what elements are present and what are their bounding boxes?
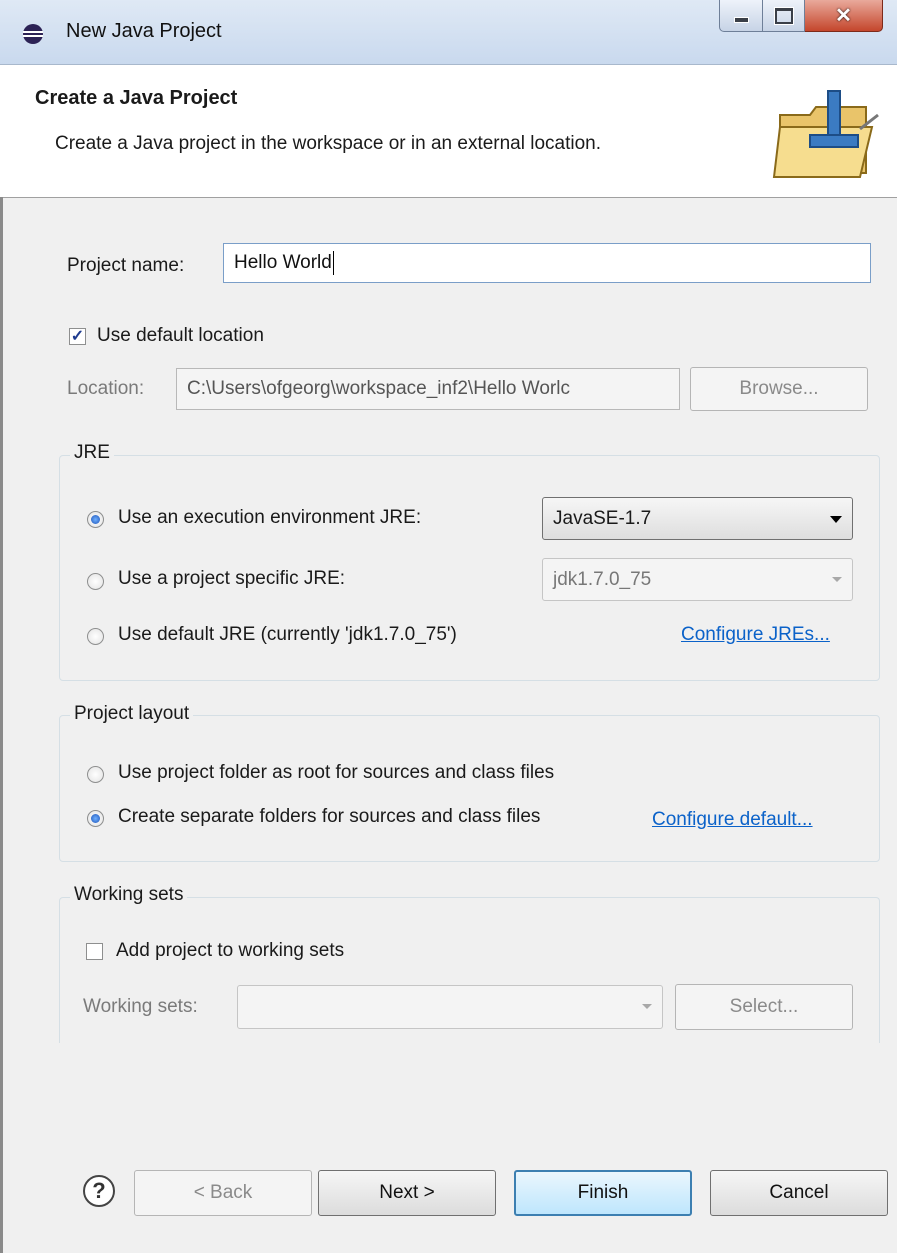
project-specific-label[interactable]: Use a project specific JRE: (118, 568, 345, 590)
chevron-down-icon (832, 576, 842, 582)
configure-default-link[interactable]: Configure default... (652, 809, 813, 831)
cancel-button[interactable]: Cancel (710, 1170, 888, 1216)
maximize-icon (774, 7, 793, 24)
location-label: Location: (67, 378, 145, 399)
help-icon[interactable]: ? (83, 1175, 115, 1207)
finish-button[interactable]: Finish (514, 1170, 692, 1216)
browse-button[interactable]: Browse... (690, 367, 868, 411)
separate-folders-label[interactable]: Create separate folders for sources and … (118, 806, 540, 828)
chevron-down-icon (830, 515, 842, 523)
use-default-location-checkbox[interactable]: ✓ (69, 328, 86, 345)
radio-folder-root[interactable] (87, 766, 104, 783)
location-value: C:\Users\ofgeorg\workspace_inf2\Hello Wo… (187, 378, 570, 399)
configure-jres-link[interactable]: Configure JREs... (681, 624, 830, 646)
page-title: Create a Java Project (35, 87, 238, 109)
new-java-project-dialog: New Java Project ✕ Create a Java Project… (0, 0, 897, 1253)
execution-env-value: JavaSE-1.7 (553, 507, 652, 529)
radio-selected-dot (91, 814, 100, 823)
project-specific-select[interactable]: jdk1.7.0_75 (542, 558, 853, 601)
default-jre-label[interactable]: Use default JRE (currently 'jdk1.7.0_75'… (118, 624, 457, 646)
next-button[interactable]: Next > (318, 1170, 496, 1216)
radio-execution-env[interactable] (87, 511, 104, 528)
window-title: New Java Project (66, 20, 222, 42)
folder-root-label[interactable]: Use project folder as root for sources a… (118, 762, 554, 784)
minimize-icon (733, 16, 749, 23)
add-to-working-sets-label[interactable]: Add project to working sets (116, 940, 344, 962)
working-sets-select[interactable] (237, 985, 663, 1029)
back-button[interactable]: < Back (134, 1170, 312, 1216)
radio-default-jre[interactable] (87, 628, 104, 645)
working-sets-group-title: Working sets (70, 884, 188, 906)
execution-env-label[interactable]: Use an execution environment JRE: (118, 507, 421, 529)
window-left-edge (0, 197, 3, 1253)
project-layout-group (59, 715, 880, 862)
project-name-label: Project name: (67, 255, 185, 276)
working-sets-label: Working sets: (83, 996, 198, 1017)
check-icon: ✓ (70, 327, 85, 345)
close-icon: ✕ (835, 5, 852, 27)
project-layout-group-title: Project layout (70, 703, 194, 725)
maximize-button[interactable] (763, 0, 805, 32)
project-name-value: Hello World (234, 252, 332, 273)
wizard-banner: Create a Java Project Create a Java proj… (0, 65, 897, 198)
execution-env-select[interactable]: JavaSE-1.7 (542, 497, 853, 540)
caption-buttons: ✕ (719, 0, 883, 34)
radio-separate-folders[interactable] (87, 810, 104, 827)
add-to-working-sets-checkbox[interactable] (86, 943, 103, 960)
close-button[interactable]: ✕ (805, 0, 883, 32)
chevron-down-icon (642, 1004, 652, 1009)
project-name-input[interactable]: Hello World (223, 243, 871, 283)
location-input[interactable]: C:\Users\ofgeorg\workspace_inf2\Hello Wo… (176, 368, 680, 410)
title-bar[interactable]: New Java Project ✕ (0, 0, 897, 65)
select-working-sets-button[interactable]: Select... (675, 984, 853, 1030)
radio-selected-dot (91, 515, 100, 524)
radio-project-specific[interactable] (87, 573, 104, 590)
java-folder-icon (772, 90, 879, 178)
project-specific-value: jdk1.7.0_75 (553, 568, 652, 590)
jre-group-title: JRE (70, 442, 114, 464)
use-default-location-label[interactable]: Use default location (97, 325, 264, 347)
page-description: Create a Java project in the workspace o… (55, 133, 602, 154)
minimize-button[interactable] (719, 0, 763, 32)
text-caret (332, 251, 334, 275)
eclipse-icon (23, 24, 43, 44)
